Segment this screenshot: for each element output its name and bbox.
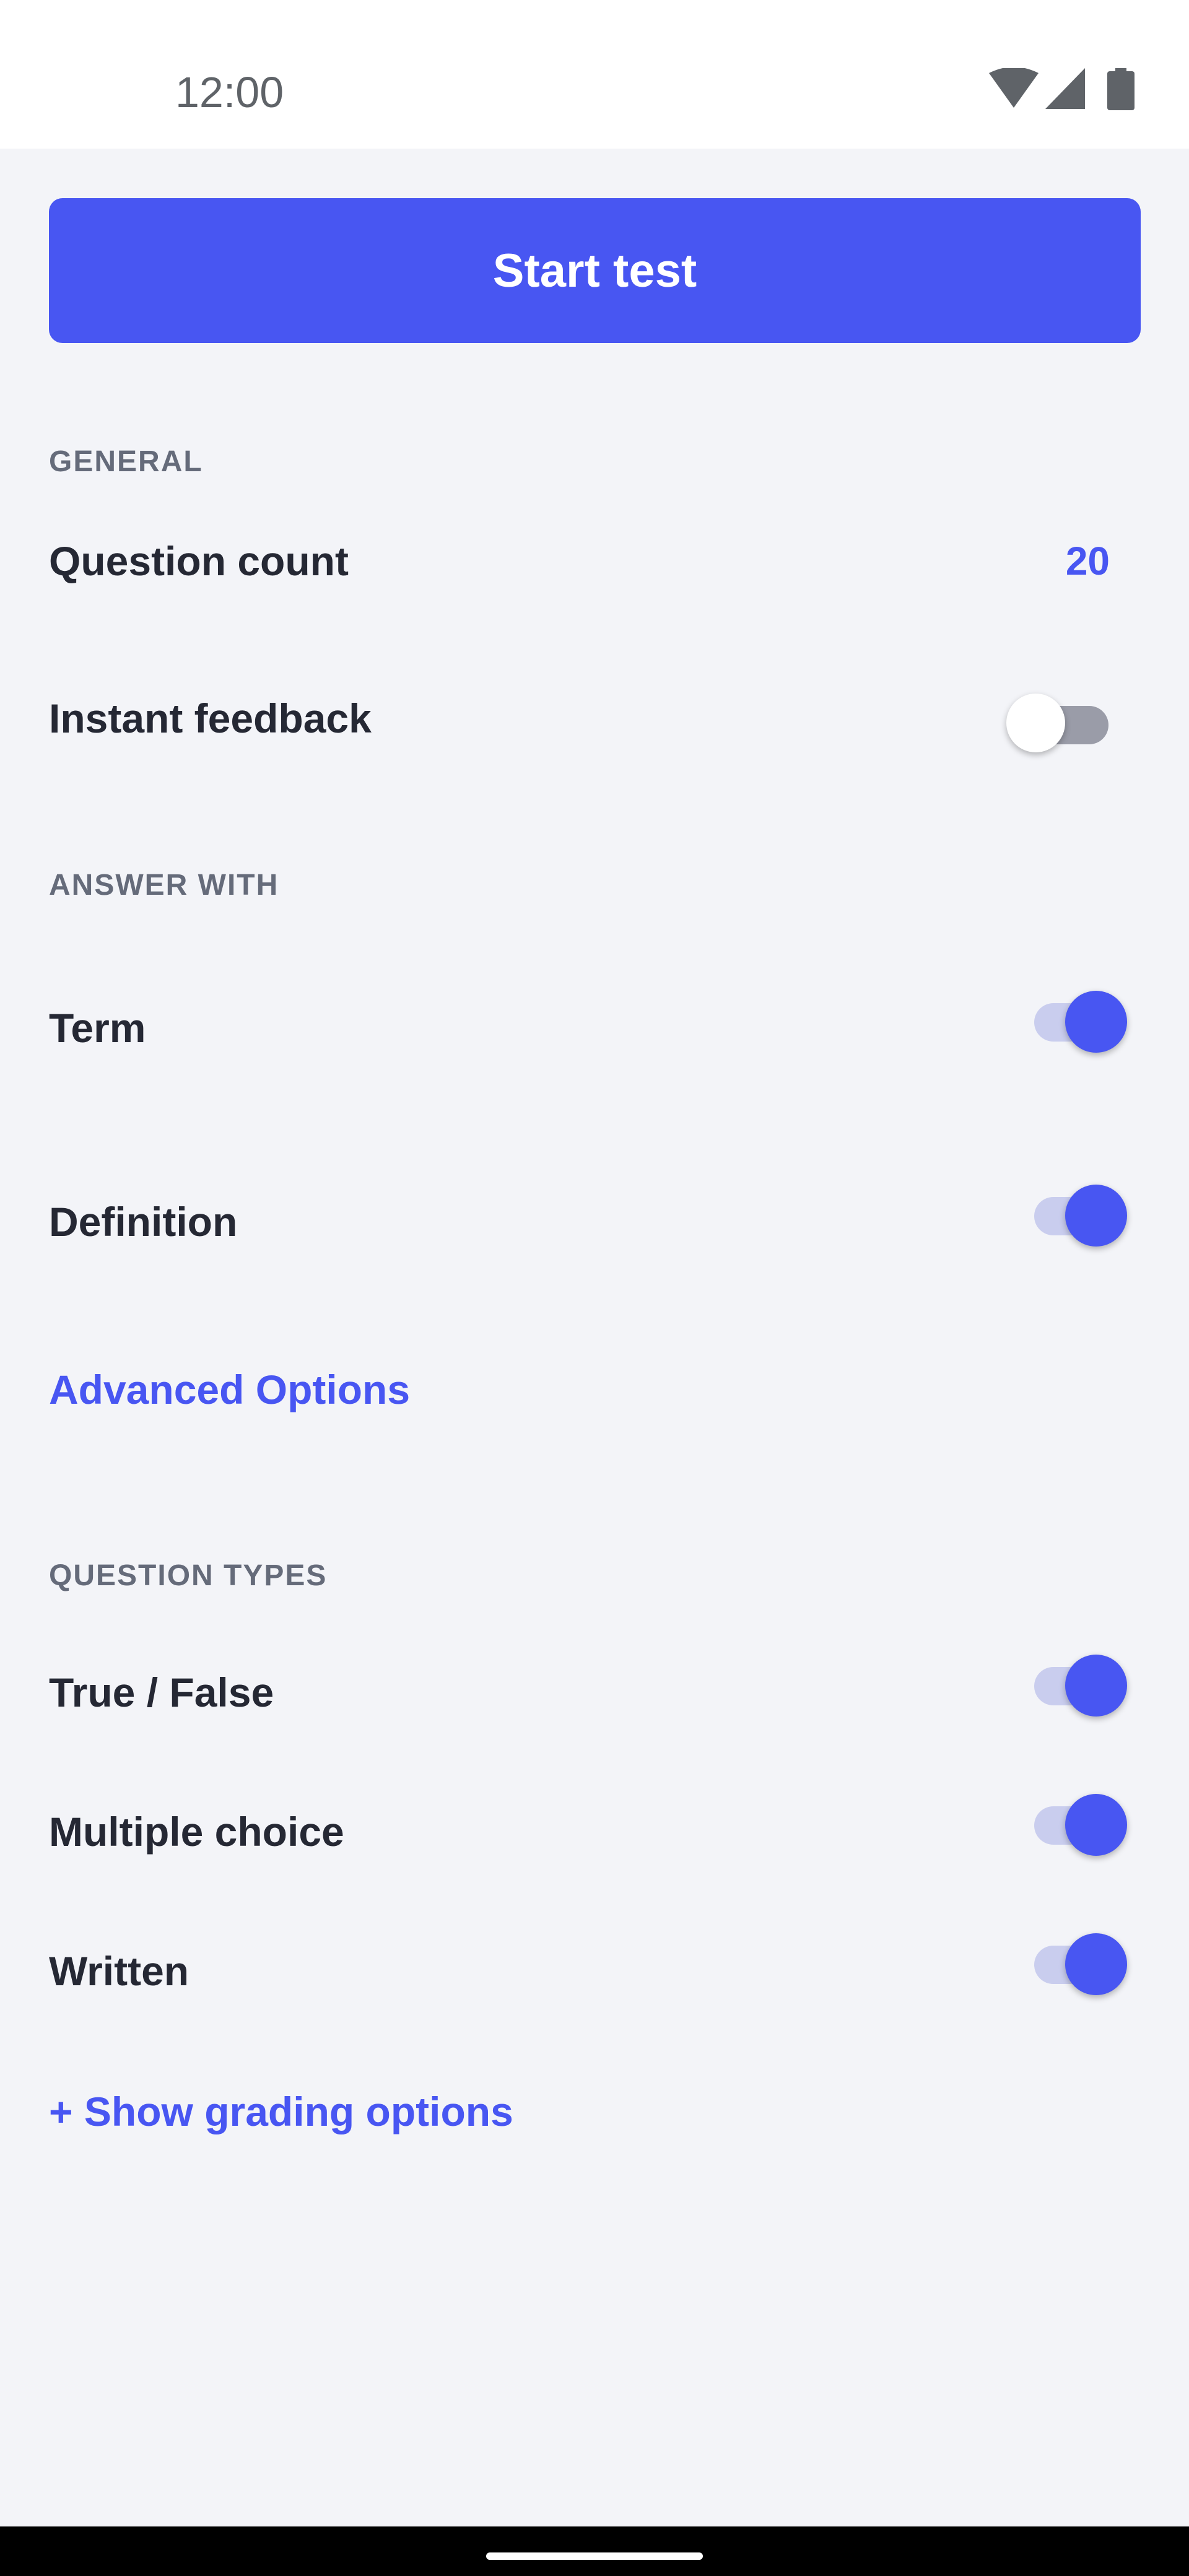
toggle-thumb: [1065, 1933, 1127, 1995]
section-header-question-types: QUESTION TYPES: [49, 1559, 328, 1592]
definition-toggle[interactable]: [1016, 1172, 1127, 1247]
definition-label: Definition: [49, 1199, 238, 1245]
written-label: Written: [49, 1948, 189, 1994]
section-header-answer-with: ANSWER WITH: [49, 869, 279, 902]
question-count-value[interactable]: 20: [1066, 536, 1110, 586]
written-toggle[interactable]: [1016, 1921, 1127, 1995]
term-label: Term: [49, 1005, 146, 1051]
signal-icon: [1045, 68, 1085, 109]
question-count-label[interactable]: Question count: [49, 536, 349, 586]
wifi-icon: [989, 68, 1039, 108]
true-false-label: True / False: [49, 1669, 274, 1715]
toggle-thumb: [1065, 1794, 1127, 1856]
toggle-thumb: [1065, 1185, 1127, 1247]
home-gesture-handle[interactable]: [486, 2552, 703, 2560]
start-test-button[interactable]: Start test: [49, 198, 1141, 343]
show-grading-options-link[interactable]: + Show grading options: [49, 2087, 513, 2136]
advanced-options-link[interactable]: Advanced Options: [49, 1365, 410, 1414]
navigation-bar: [0, 2526, 1189, 2576]
multiple-choice-label: Multiple choice: [49, 1809, 344, 1855]
section-header-general: GENERAL: [49, 445, 203, 478]
term-toggle[interactable]: [1016, 978, 1127, 1053]
toggle-thumb: [1065, 991, 1127, 1053]
true-false-toggle[interactable]: [1016, 1642, 1127, 1717]
toggle-thumb: [1065, 1655, 1127, 1717]
toggle-thumb: [1006, 694, 1065, 752]
status-time: 12:00: [175, 68, 284, 116]
status-bar: 12:00: [0, 0, 1189, 149]
multiple-choice-toggle[interactable]: [1016, 1782, 1127, 1856]
instant-feedback-label: Instant feedback: [49, 695, 372, 741]
instant-feedback-toggle[interactable]: [1006, 678, 1118, 752]
battery-icon: [1107, 68, 1135, 110]
